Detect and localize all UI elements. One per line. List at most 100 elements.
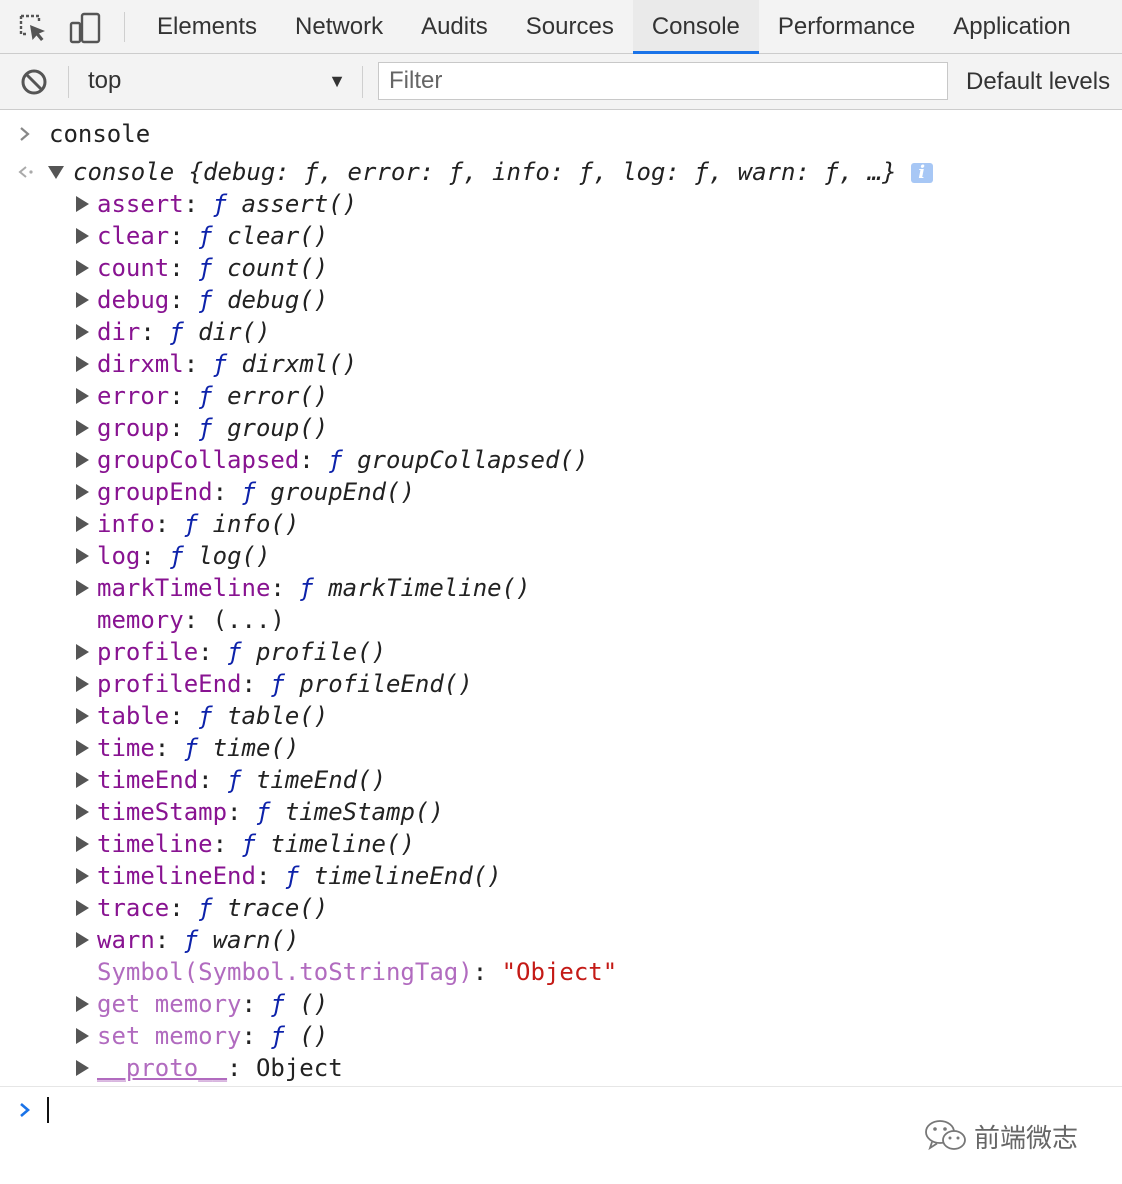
property-row[interactable]: trace: ƒ trace() (0, 892, 1122, 924)
expand-toggle-icon[interactable] (76, 676, 89, 692)
property-name: group (97, 414, 170, 442)
expand-toggle-icon[interactable] (76, 548, 89, 564)
console-output[interactable]: console console {debug: ƒ, error: ƒ, inf… (0, 110, 1122, 1184)
expand-toggle-icon[interactable] (76, 420, 89, 436)
expand-toggle-icon[interactable] (76, 644, 89, 660)
property-separator: : (169, 286, 199, 314)
function-signature: profile() (255, 638, 387, 666)
property-row[interactable]: memory: (...) (0, 604, 1122, 636)
expand-toggle-icon[interactable] (76, 932, 89, 948)
property-content: __proto__: Object (97, 1052, 343, 1084)
function-signature: trace() (227, 894, 329, 922)
expand-toggle-icon[interactable] (76, 196, 89, 212)
property-row[interactable]: profileEnd: ƒ profileEnd() (0, 668, 1122, 700)
function-marker: ƒ (183, 510, 199, 538)
expand-toggle-icon[interactable] (76, 1028, 89, 1044)
property-row[interactable]: groupCollapsed: ƒ groupCollapsed() (0, 444, 1122, 476)
property-content: set memory: ƒ () (97, 1020, 328, 1052)
watermark: 前端微志 (924, 1116, 1094, 1156)
info-icon[interactable]: i (910, 163, 933, 183)
expand-toggle-icon[interactable] (76, 868, 89, 884)
property-row[interactable]: timeStamp: ƒ timeStamp() (0, 796, 1122, 828)
context-selector[interactable]: top ▼ (76, 60, 352, 102)
function-signature: info() (212, 510, 300, 538)
tab-network[interactable]: Network (276, 0, 402, 54)
tab-elements[interactable]: Elements (138, 0, 276, 54)
property-row[interactable]: clear: ƒ clear() (0, 220, 1122, 252)
property-name: warn (97, 926, 155, 954)
property-separator: : (270, 574, 300, 602)
property-content: time: ƒ time() (97, 732, 299, 764)
function-signature: groupEnd() (270, 478, 415, 506)
tab-sources[interactable]: Sources (507, 0, 633, 54)
property-name: clear (97, 222, 170, 250)
property-row[interactable]: count: ƒ count() (0, 252, 1122, 284)
property-name: error (97, 382, 170, 410)
property-row[interactable]: groupEnd: ƒ groupEnd() (0, 476, 1122, 508)
function-signature: timeEnd() (255, 766, 387, 794)
property-separator: : (212, 830, 242, 858)
property-row[interactable]: Symbol(Symbol.toStringTag): "Object" (0, 956, 1122, 988)
property-row[interactable]: group: ƒ group() (0, 412, 1122, 444)
property-name: __proto__ (97, 1054, 228, 1082)
expand-toggle-icon[interactable] (76, 228, 89, 244)
function-signature: time() (212, 734, 300, 762)
block-icon[interactable] (20, 68, 48, 96)
property-row[interactable]: log: ƒ log() (0, 540, 1122, 572)
property-row[interactable]: info: ƒ info() (0, 508, 1122, 540)
property-row[interactable]: __proto__: Object (0, 1052, 1122, 1084)
property-name: table (97, 702, 170, 730)
expand-toggle-icon[interactable] (76, 900, 89, 916)
property-content: log: ƒ log() (97, 540, 270, 572)
expand-toggle-icon[interactable] (76, 452, 89, 468)
property-row[interactable]: dirxml: ƒ dirxml() (0, 348, 1122, 380)
property-name: Symbol(Symbol.toStringTag) (97, 958, 473, 986)
property-row[interactable]: get memory: ƒ () (0, 988, 1122, 1020)
property-row[interactable]: dir: ƒ dir() (0, 316, 1122, 348)
expand-toggle-icon[interactable] (76, 996, 89, 1012)
expand-toggle-icon[interactable] (76, 740, 89, 756)
expand-toggle-icon[interactable] (76, 836, 89, 852)
property-content: timeEnd: ƒ timeEnd() (97, 764, 386, 796)
function-signature: timeline() (270, 830, 415, 858)
device-toolbar-icon[interactable] (68, 11, 102, 45)
tab-audits[interactable]: Audits (402, 0, 507, 54)
property-row[interactable]: timeline: ƒ timeline() (0, 828, 1122, 860)
property-row[interactable]: timelineEnd: ƒ timelineEnd() (0, 860, 1122, 892)
expand-toggle-icon[interactable] (76, 1060, 89, 1076)
expand-toggle-icon[interactable] (76, 708, 89, 724)
property-row[interactable]: debug: ƒ debug() (0, 284, 1122, 316)
property-content: profile: ƒ profile() (97, 636, 386, 668)
tab-application[interactable]: Application (934, 0, 1089, 54)
property-name: timeStamp (97, 798, 228, 826)
expand-toggle-icon[interactable] (76, 804, 89, 820)
log-levels-dropdown[interactable]: Default levels (966, 62, 1110, 102)
property-row[interactable]: time: ƒ time() (0, 732, 1122, 764)
function-signature: profileEnd() (299, 670, 473, 698)
property-row[interactable]: markTimeline: ƒ markTimeline() (0, 572, 1122, 604)
expand-toggle-icon[interactable] (76, 324, 89, 340)
expand-toggle-icon[interactable] (76, 484, 89, 500)
expand-toggle-icon[interactable] (76, 260, 89, 276)
filter-input[interactable] (378, 62, 948, 100)
tab-console[interactable]: Console (632, 0, 759, 54)
expand-toggle-icon[interactable] (76, 292, 89, 308)
expand-toggle-icon[interactable] (76, 580, 89, 596)
property-row[interactable]: assert: ƒ assert() (0, 188, 1122, 220)
property-separator: : (241, 990, 271, 1018)
property-value[interactable]: (...) (213, 606, 285, 634)
property-row[interactable]: set memory: ƒ () (0, 1020, 1122, 1052)
expand-toggle-icon[interactable] (48, 166, 64, 179)
tab-performance[interactable]: Performance (759, 0, 934, 54)
property-row[interactable]: warn: ƒ warn() (0, 924, 1122, 956)
expand-toggle-icon[interactable] (76, 516, 89, 532)
property-separator: : (154, 734, 184, 762)
property-row[interactable]: profile: ƒ profile() (0, 636, 1122, 668)
expand-toggle-icon[interactable] (76, 388, 89, 404)
inspect-element-icon[interactable] (16, 11, 50, 45)
property-row[interactable]: error: ƒ error() (0, 380, 1122, 412)
expand-toggle-icon[interactable] (76, 772, 89, 788)
property-row[interactable]: timeEnd: ƒ timeEnd() (0, 764, 1122, 796)
property-row[interactable]: table: ƒ table() (0, 700, 1122, 732)
expand-toggle-icon[interactable] (76, 356, 89, 372)
